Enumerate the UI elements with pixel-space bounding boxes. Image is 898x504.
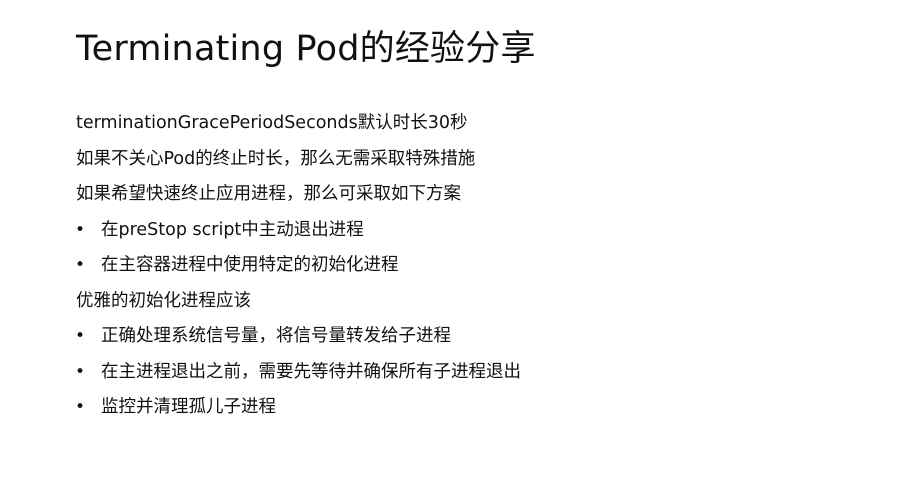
bullet-text: 正确处理系统信号量，将信号量转发给子进程	[101, 326, 451, 346]
bullet-text: 在主容器进程中使用特定的初始化进程	[101, 255, 399, 275]
slide: Terminating Pod的经验分享 terminationGracePer…	[0, 0, 898, 504]
line-text: 优雅的初始化进程应该	[76, 290, 251, 311]
bullet-text: 监控并清理孤儿子进程	[101, 397, 276, 417]
line-text: terminationGracePeriodSeconds默认时长30秒	[76, 113, 468, 133]
line-text: 如果希望快速终止应用进程，那么可采取如下方案	[76, 184, 461, 204]
bullet-item: • 监控并清理孤儿子进程	[75, 390, 876, 426]
bullet-icon: •	[75, 326, 86, 346]
bullet-icon: •	[75, 219, 86, 240]
text-line: 如果不关心Pod的终止时长，那么无需采取特殊措施	[76, 142, 876, 178]
text-line: 如果希望快速终止应用进程，那么可采取如下方案	[76, 177, 876, 213]
bullet-icon: •	[75, 397, 86, 417]
bullet-item: • 正确处理系统信号量，将信号量转发给子进程	[75, 319, 876, 355]
bullet-item: • 在主进程退出之前，需要先等待并确保所有子进程退出	[75, 355, 876, 391]
text-line: terminationGracePeriodSeconds默认时长30秒	[76, 106, 876, 142]
slide-content: terminationGracePeriodSeconds默认时长30秒 如果不…	[75, 106, 876, 426]
bullet-item: • 在主容器进程中使用特定的初始化进程	[75, 248, 876, 284]
text-line: 优雅的初始化进程应该	[76, 284, 876, 320]
bullet-item: • 在preStop script中主动退出进程	[75, 213, 876, 249]
bullet-text: 在主进程退出之前，需要先等待并确保所有子进程退出	[101, 361, 521, 382]
slide-title: Terminating Pod的经验分享	[76, 29, 536, 69]
line-text: 如果不关心Pod的终止时长，那么无需采取特殊措施	[76, 148, 476, 169]
bullet-icon: •	[75, 255, 86, 275]
bullet-icon: •	[75, 361, 86, 382]
bullet-text: 在preStop script中主动退出进程	[101, 219, 364, 240]
